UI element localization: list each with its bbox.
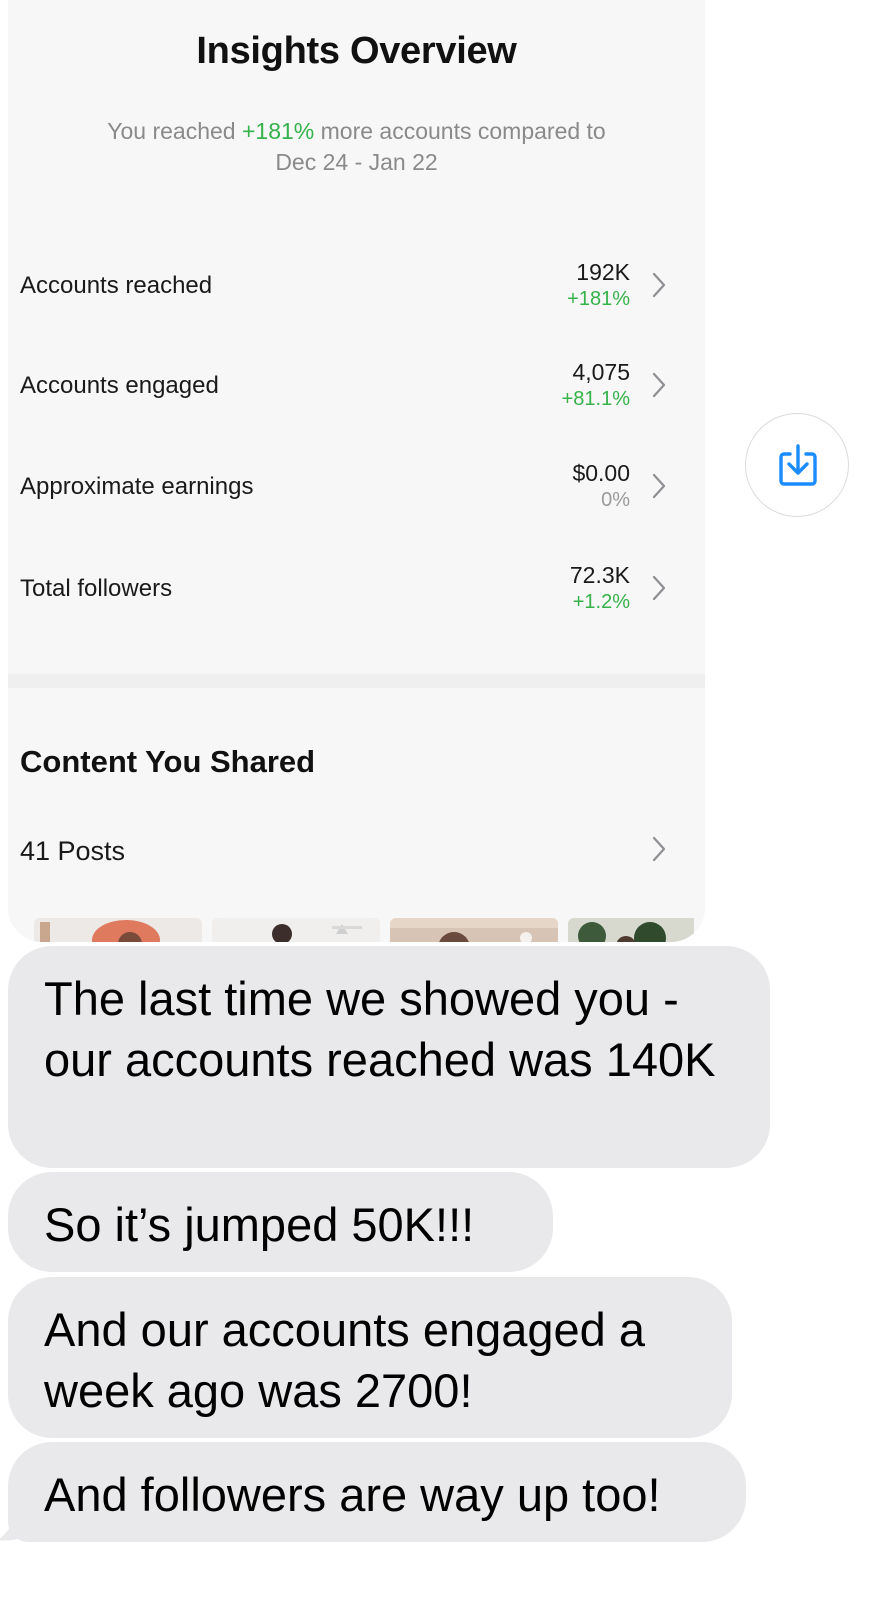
message-bubble[interactable]: And our accounts engaged a week ago was … bbox=[8, 1277, 732, 1438]
post-thumbnail[interactable] bbox=[568, 918, 694, 942]
chevron-right-icon bbox=[652, 836, 666, 862]
post-thumbnails bbox=[34, 918, 694, 942]
metric-label: Accounts reached bbox=[20, 272, 213, 299]
metric-row-accounts-engaged[interactable]: Accounts engaged 4,075 +81.1% bbox=[8, 358, 705, 428]
chevron-right-icon bbox=[652, 372, 666, 398]
bubble-tail bbox=[0, 1480, 38, 1541]
metric-change: +181% bbox=[567, 288, 630, 310]
metric-change: 0% bbox=[601, 489, 630, 511]
post-thumbnail[interactable] bbox=[34, 918, 202, 942]
metric-change: +81.1% bbox=[561, 388, 630, 410]
post-thumbnail[interactable] bbox=[212, 918, 380, 942]
metric-value: $0.00 bbox=[572, 460, 630, 486]
subtitle-suffix: more accounts compared to bbox=[314, 118, 606, 144]
metric-label: Total followers bbox=[20, 575, 173, 602]
metric-value: 192K bbox=[576, 259, 630, 285]
message-thread: Insights Overview You reached +181% more… bbox=[0, 0, 872, 1603]
download-share-icon bbox=[779, 444, 817, 486]
chevron-right-icon bbox=[652, 575, 666, 601]
metric-value: 4,075 bbox=[572, 359, 630, 385]
metric-label: Approximate earnings bbox=[20, 473, 254, 500]
download-share-button[interactable] bbox=[745, 413, 849, 517]
content-section-title: Content You Shared bbox=[20, 744, 316, 779]
metric-row-approximate-earnings[interactable]: Approximate earnings $0.00 0% bbox=[8, 459, 705, 529]
posts-row[interactable]: 41 Posts bbox=[8, 828, 705, 874]
metric-row-accounts-reached[interactable]: Accounts reached 192K +181% bbox=[8, 258, 705, 328]
subtitle-dates: Dec 24 - Jan 22 bbox=[275, 149, 438, 175]
insights-subtitle: You reached +181% more accounts compared… bbox=[48, 116, 665, 178]
chevron-right-icon bbox=[652, 272, 666, 298]
metric-change: +1.2% bbox=[572, 591, 630, 613]
metric-label: Accounts engaged bbox=[20, 372, 219, 399]
metric-row-total-followers[interactable]: Total followers 72.3K +1.2% bbox=[8, 561, 705, 631]
message-bubble[interactable]: So it’s jumped 50K!!! bbox=[8, 1172, 553, 1272]
message-bubble[interactable]: And followers are way up too! bbox=[8, 1442, 746, 1542]
insights-title: Insights Overview bbox=[196, 30, 517, 72]
shared-insights-screenshot[interactable]: Insights Overview You reached +181% more… bbox=[8, 0, 705, 942]
subtitle-highlight: +181% bbox=[241, 118, 315, 144]
metric-value: 72.3K bbox=[569, 562, 630, 588]
post-thumbnail[interactable] bbox=[390, 918, 558, 942]
section-divider bbox=[8, 674, 705, 688]
chevron-right-icon bbox=[652, 473, 666, 499]
message-bubble[interactable]: The last time we showed you - our accoun… bbox=[8, 946, 770, 1168]
subtitle-prefix: You reached bbox=[107, 118, 242, 144]
posts-label: 41 Posts bbox=[20, 836, 126, 866]
